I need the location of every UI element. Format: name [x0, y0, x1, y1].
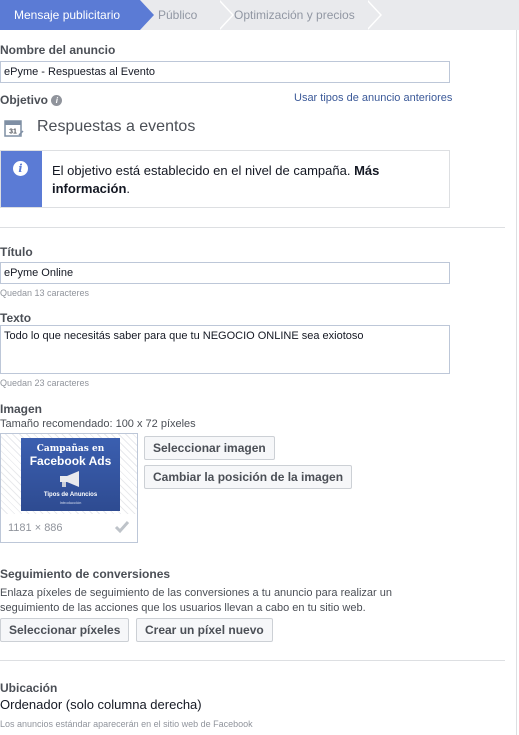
megaphone-icon: [60, 471, 79, 487]
objective-value: Respuestas a eventos: [37, 118, 196, 135]
conversion-label: Seguimiento de conversiones: [0, 567, 171, 581]
info-icon[interactable]: i: [51, 95, 63, 107]
section-divider: [0, 660, 505, 661]
tab-optimization-pricing[interactable]: Optimización y precios: [220, 0, 380, 30]
select-image-button[interactable]: Seleccionar imagen: [144, 436, 275, 460]
ad-name-input[interactable]: ePyme - Respuestas al Evento: [0, 61, 450, 83]
panel-border: [516, 30, 517, 735]
objective-label-text: Objetivo: [0, 93, 49, 107]
svg-text:31: 31: [9, 129, 17, 136]
image-footer: 1181 × 886: [1, 514, 137, 542]
objective-label: Objetivo i: [0, 93, 63, 107]
image-thumbnail: Campañas en Facebook Ads Tipos de Anunci…: [21, 438, 120, 511]
calendar-icon: 31: [4, 120, 24, 137]
image-recommended: Tamaño recomendado: 100 x 72 píxeles: [0, 418, 196, 430]
placement-value[interactable]: Ordenador (solo columna derecha): [0, 697, 202, 712]
image-preview[interactable]: Campañas en Facebook Ads Tipos de Anunci…: [0, 433, 138, 543]
title-label: Título: [0, 245, 33, 259]
select-pixels-button[interactable]: Seleccionar píxeles: [0, 618, 130, 642]
title-input[interactable]: ePyme Online: [0, 262, 450, 284]
tab-audience[interactable]: Público: [140, 0, 220, 30]
reposition-image-button[interactable]: Cambiar la posición de la imagen: [144, 465, 353, 489]
info-icon: i: [13, 161, 28, 176]
create-pixel-button[interactable]: Crear un píxel nuevo: [136, 618, 273, 642]
use-previous-ad-types-link[interactable]: Usar tipos de anuncio anteriores: [294, 92, 452, 104]
thumb-text: Campañas en: [36, 444, 105, 454]
tab-separator: [366, 0, 382, 30]
thumb-text: Introducción: [59, 500, 82, 505]
placement-label: Ubicación: [0, 681, 58, 695]
thumb-text: Tipos de Anuncios: [43, 492, 98, 498]
objective-notice: i El objetivo está establecido en el niv…: [0, 150, 450, 208]
placement-hint: Los anuncios estándar aparecerán en el s…: [0, 719, 253, 729]
tab-ad-message[interactable]: Mensaje publicitario: [0, 0, 154, 30]
notice-period: .: [126, 181, 131, 196]
image-dimensions: 1181 × 886: [8, 522, 63, 534]
section-divider: [0, 227, 505, 228]
text-remaining: Quedan 23 caracteres: [0, 378, 90, 388]
thumb-text: Facebook Ads: [29, 454, 112, 468]
notice-bar: i: [1, 151, 42, 207]
notice-message: El objetivo está establecido en el nivel…: [52, 163, 351, 178]
image-label: Imagen: [0, 402, 43, 416]
step-tabs: Mensaje publicitario Público Optimizació…: [0, 0, 519, 30]
notice-text: El objetivo está establecido en el nivel…: [52, 162, 442, 198]
check-icon: [114, 521, 130, 534]
text-input[interactable]: [0, 325, 450, 374]
text-label: Texto: [0, 311, 32, 325]
conversion-description: Enlaza píxeles de seguimiento de las con…: [0, 587, 392, 614]
ad-name-label: Nombre del anuncio: [0, 43, 116, 57]
title-remaining: Quedan 13 caracteres: [0, 288, 90, 298]
